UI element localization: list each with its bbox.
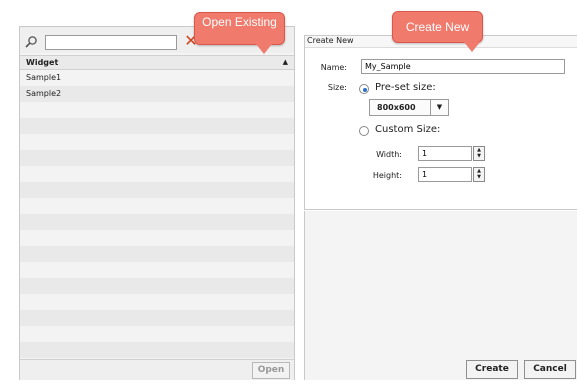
custom-size-radio[interactable] (359, 126, 369, 136)
preset-size-value: 800x600 (377, 103, 416, 112)
name-input[interactable] (361, 59, 565, 74)
height-input[interactable] (418, 167, 472, 182)
width-input[interactable] (418, 146, 472, 161)
widget-list: Sample1 Sample2 (20, 70, 294, 358)
callout-tail (464, 42, 480, 52)
create-button[interactable]: Create (466, 360, 518, 379)
empty-row (20, 262, 294, 278)
open-button[interactable]: Open (252, 362, 290, 379)
callout-open-existing: Open Existing (194, 12, 285, 45)
empty-row (20, 150, 294, 166)
callout-create-new: Create New (392, 11, 483, 43)
empty-row (20, 102, 294, 118)
height-label: Height: (372, 171, 402, 180)
cancel-button[interactable]: Cancel (524, 360, 576, 379)
width-spinner[interactable]: ▲ ▼ (473, 146, 485, 161)
preset-size-radio[interactable] (359, 84, 369, 94)
empty-row (20, 118, 294, 134)
empty-row (20, 278, 294, 294)
empty-row (20, 294, 294, 310)
create-new-panel: Create New Name: Size: Pre-set size: 800… (304, 35, 577, 210)
width-label: Width: (376, 150, 402, 159)
preset-size-label[interactable]: Pre-set size: (375, 82, 436, 93)
empty-row (20, 134, 294, 150)
spin-down-icon[interactable]: ▼ (474, 153, 484, 159)
empty-row (20, 310, 294, 326)
height-spinner[interactable]: ▲ ▼ (473, 167, 485, 182)
column-header-widget[interactable]: Widget ▲ (20, 55, 294, 70)
name-label: Name: (320, 63, 347, 72)
empty-row (20, 246, 294, 262)
callout-tail (256, 44, 272, 54)
empty-row (20, 230, 294, 246)
search-icon (24, 35, 38, 49)
list-item[interactable]: Sample2 (20, 86, 294, 102)
preset-size-select[interactable]: 800x600 ▼ (369, 99, 449, 116)
empty-row (20, 342, 294, 358)
search-input[interactable] (45, 35, 177, 50)
list-footer: Open (20, 359, 294, 380)
empty-row (20, 326, 294, 342)
size-label: Size: (327, 83, 347, 92)
sort-asc-icon: ▲ (282, 58, 288, 66)
list-item[interactable]: Sample1 (20, 70, 294, 86)
column-header-label: Widget (26, 58, 59, 67)
dropdown-arrow-icon: ▼ (430, 100, 448, 115)
empty-row (20, 198, 294, 214)
widget-browser-panel: ✕ Widget ▲ Sample1 Sample2 Open (19, 26, 295, 380)
spin-down-icon[interactable]: ▼ (474, 174, 484, 180)
empty-row (20, 182, 294, 198)
custom-size-label[interactable]: Custom Size: (375, 124, 440, 135)
empty-row (20, 166, 294, 182)
right-lower-area (304, 211, 577, 380)
empty-row (20, 214, 294, 230)
